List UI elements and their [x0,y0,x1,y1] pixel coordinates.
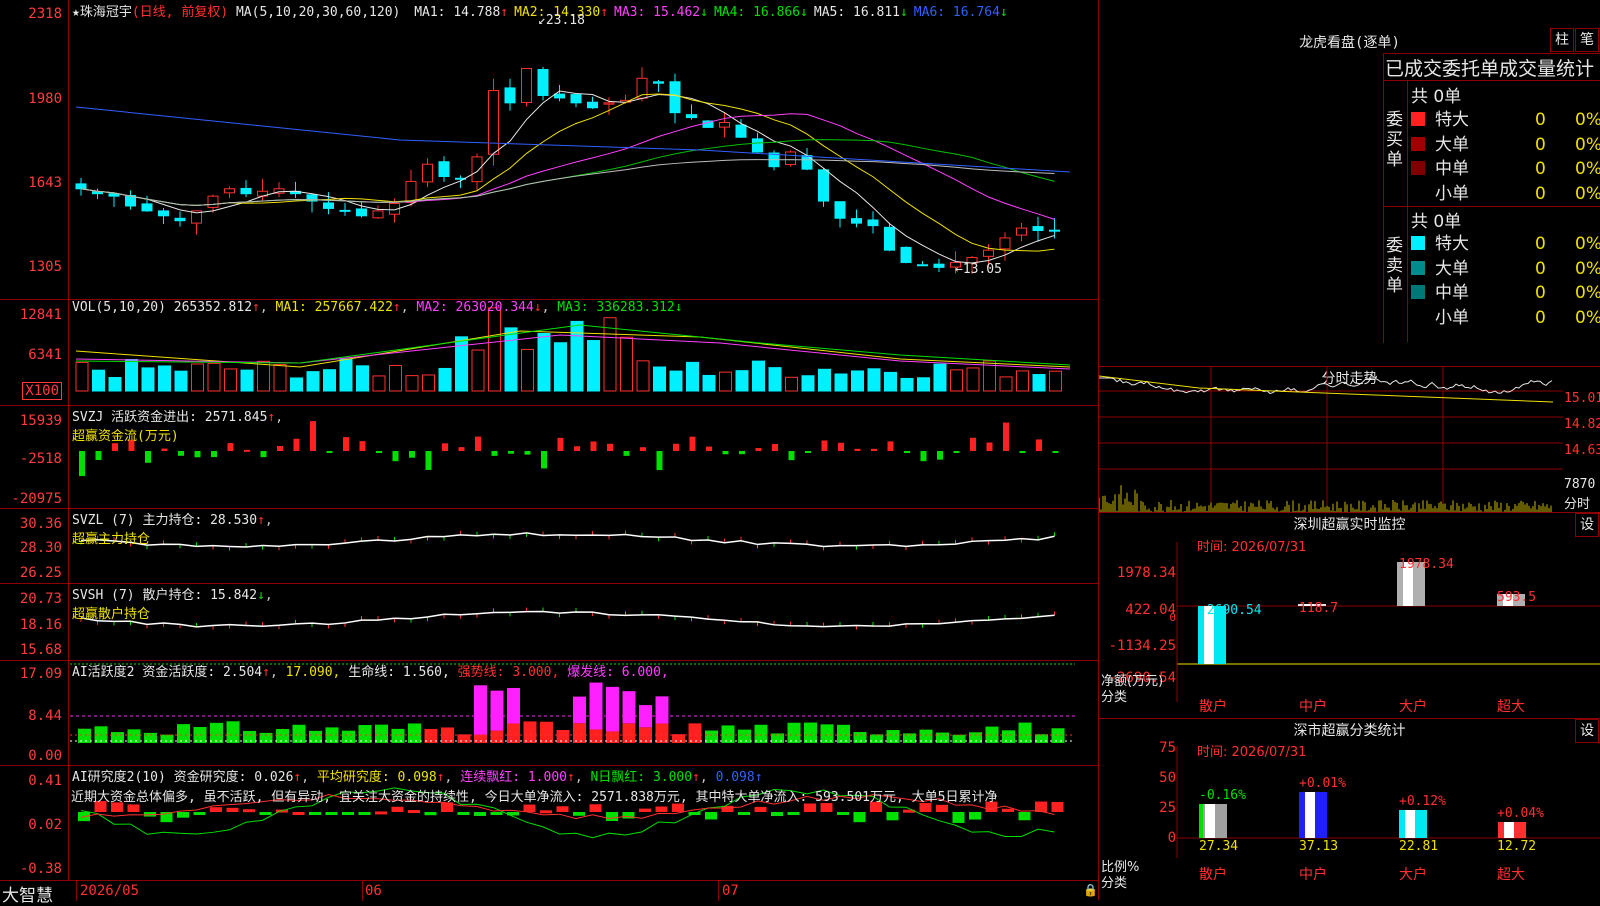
bar-value: 118.7 [1299,601,1339,616]
color-swatch [1411,236,1425,250]
intraday-chart[interactable] [1098,366,1600,512]
intraday-panel[interactable]: 分时走势 15.01 14.82 14.63 7870 分时 [1098,366,1600,513]
dragon-title: 龙虎看盘(逐单) [1299,35,1400,51]
intraday-vol-unit: 分时 [1564,497,1591,512]
svzj-title: SVZJ 活跃资金进出: 2571.845↑, 超赢资金流(万元) [72,410,284,444]
buy-total: 共 0单 [1411,87,1462,107]
color-swatch [1411,136,1425,151]
y-label: 50 [1159,770,1176,786]
y-label: 0 [1167,830,1176,846]
y-label: 15.01 [1564,391,1600,406]
high-price-mark: ↙23.18 [538,13,585,28]
bar-value: 1978.34 [1399,557,1454,572]
ma-value-1: MA1: 14.788↑ [414,5,509,20]
star-icon: ★ [72,5,80,20]
color-swatch [1411,112,1425,126]
svsh-panel[interactable]: 20.73 18.16 15.68 SVSH (7) 散户持仓: 15.842↓… [0,583,1098,661]
category-label: 中户 [1299,699,1327,715]
bar-delta: -0.16% [1199,788,1246,803]
bar-value: -2690.54 [1199,603,1262,618]
y-label: 0 [1169,611,1176,624]
order-row-大单: 大单 0 0% [1411,130,1600,155]
ai-research-comment: 近期大资金总体偏多, 虽不活跃, 但有异动, 宜关注大资金的持续性, 今日大单净… [71,790,998,805]
color-swatch [1411,285,1425,299]
intraday-vol-label: 7870 [1564,477,1596,492]
ai-active-title: AI活跃度2 资金活跃度: 2.504↑, 17.090, 生命线: 1.560… [72,665,669,680]
order-row-特大: 特大 0 0% [1411,105,1600,130]
color-swatch [1411,309,1425,324]
sz-monitor-panel[interactable]: 深圳超赢实时监控 设 时间: 2026/07/31 1978.34 422.04… [1099,512,1600,719]
order-row-大单: 大单 0 0% [1411,254,1600,279]
ma-value-6: MA6: 16.764↓ [913,5,1008,20]
category-label: 中户 [1299,867,1327,883]
volume-panel[interactable]: 12841 6341 X100 VOL(5,10,20) 265352.812↑… [0,299,1098,406]
lock-icon[interactable]: 🔒 [1083,883,1098,897]
x-axis: 大智慧 2026/05 06 07 🔒 [0,880,1098,906]
sz-monitor-axis-label: 分类 [1101,690,1128,705]
category-label: 散户 [1199,867,1227,883]
bar-value: 12.72 [1497,839,1537,854]
bar-delta: +0.12% [1399,794,1446,809]
y-label: 75 [1159,740,1176,756]
bar-value: 27.34 [1199,839,1239,854]
x-label: 07 [722,883,739,899]
ai-research-panel[interactable]: 0.41 0.02 -0.38 AI研究度2(10) 资金研究度: 0.026↑… [0,765,1098,880]
sz-class-panel[interactable]: 深市超赢分类统计 设 时间: 2026/07/31 75 50 25 0 比例%… [1099,718,1600,900]
app-logo: 大智慧 [2,886,53,906]
buy-label: 委买单 [1386,110,1403,170]
bar-mode-button[interactable]: 柱 [1550,28,1574,52]
ma-value-3: MA3: 15.462↓ [614,5,708,20]
sz-class-axis-label: 分类 [1101,876,1128,891]
ai-active-panel[interactable]: 17.09 8.44 0.00 AI活跃度2 资金活跃度: 2.504↑, 17… [0,660,1098,766]
svsh-title: SVSH (7) 散户持仓: 15.842↓, 超赢散户持仓 [72,588,273,622]
category-label: 大户 [1399,699,1427,715]
category-label: 超大 [1497,699,1525,715]
candlestick-chart[interactable] [0,0,1098,299]
ma-values: MA1: 14.788↑ MA2: 14.330↑ MA3: 15.462↓ MA4:… [408,5,1008,20]
y-label: -1134.25 [1108,638,1176,654]
dragon-panel: 龙虎看盘(逐单) 柱 笔 已成交委托单成交量统计 委买单 委卖单 共 0单 共 … [1099,0,1600,367]
x-label: 06 [365,883,382,899]
order-row-小单: 小单 0 0% [1411,179,1600,204]
bar-delta: +0.04% [1497,806,1544,821]
stock-name: 珠海冠宇 [79,5,132,20]
y-label: 25 [1159,800,1176,816]
order-row-中单: 中单 0 0% [1411,278,1600,303]
ma-value-5: MA5: 16.811↓ [813,5,908,20]
y-label: 14.63 [1564,443,1600,458]
color-swatch [1411,185,1425,200]
kline-panel[interactable]: 2318 1980 1643 1305 ★珠海冠宇(日线, 前复权) MA(5,… [0,0,1098,300]
ai-research-title: AI研究度2(10) 资金研究度: 0.026↑, 平均研究度: 0.098↑,… [72,770,763,785]
category-label: 散户 [1199,699,1227,715]
order-row-特大: 特大 0 0% [1411,229,1600,254]
y-label: 14.82 [1564,417,1600,432]
category-label: 超大 [1497,867,1525,883]
color-swatch [1411,260,1425,275]
category-label: 大户 [1399,867,1427,883]
order-row-小单: 小单 0 0% [1411,303,1600,328]
dragon-subtitle: 已成交委托单成交量统计 [1385,58,1595,80]
color-swatch [1411,161,1425,175]
order-row-中单: 中单 0 0% [1411,154,1600,179]
volume-title: VOL(5,10,20) 265352.812↑, MA1: 257667.42… [72,300,683,315]
svzl-panel[interactable]: 30.36 28.30 26.25 SVZL (7) 主力持仓: 28.530↑… [0,508,1098,584]
bar-value: 22.81 [1399,839,1439,854]
bar-delta: +0.01% [1299,776,1346,791]
bar-value: 593.5 [1497,590,1537,605]
kline-mode: (日线, 前复权) [131,5,229,20]
svzj-panel[interactable]: 15939 -2518 -20975 SVZJ 活跃资金进出: 2571.845… [0,405,1098,509]
sell-label: 委卖单 [1386,236,1403,296]
svzl-title: SVZL (7) 主力持仓: 28.530↑, 超赢主力持仓 [72,513,273,547]
y-label: 1978.34 [1116,565,1176,581]
low-price-mark: ←13.05 [955,262,1002,277]
bar-value: 37.13 [1299,839,1339,854]
ma-value-4: MA4: 16.866↓ [713,5,808,20]
x-label: 2026/05 [80,883,140,899]
ma-label: MA(5,10,20,30,60,120) [235,5,401,20]
tick-mode-button[interactable]: 笔 [1575,28,1599,52]
